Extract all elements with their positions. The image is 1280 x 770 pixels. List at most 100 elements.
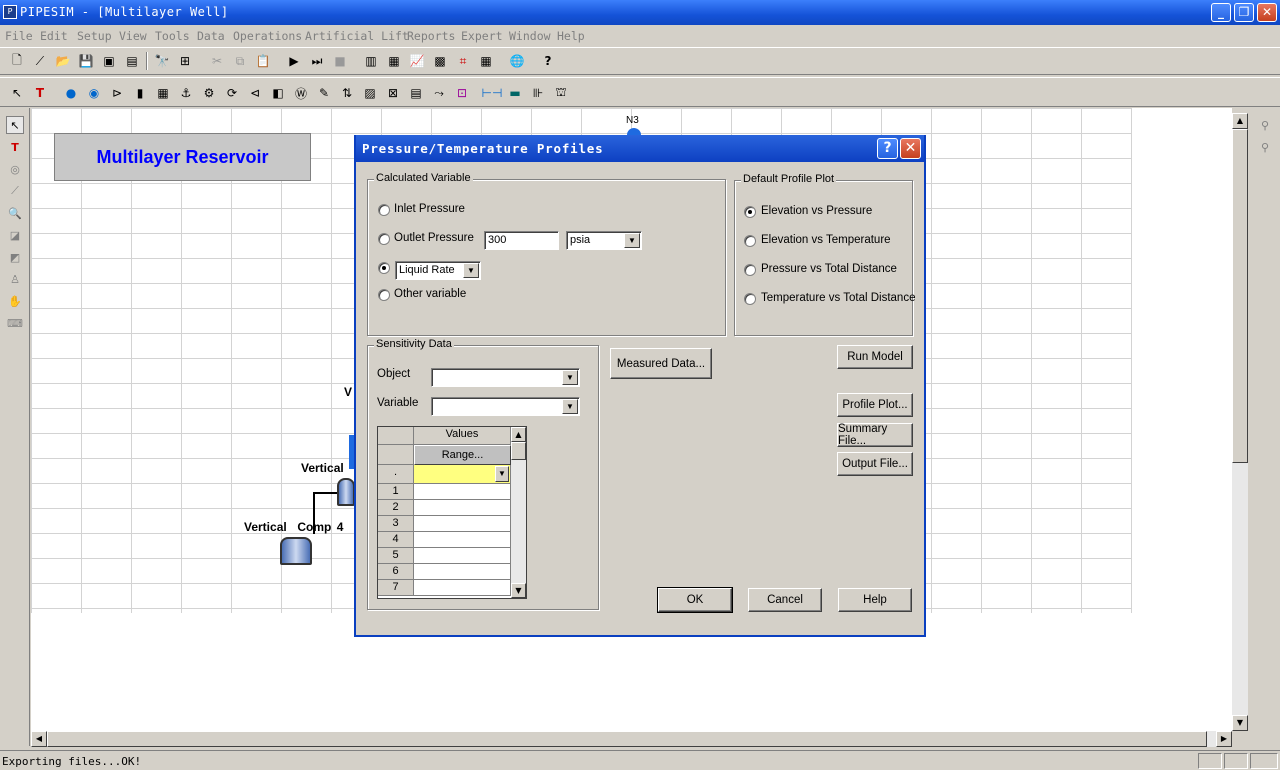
chevron-down-icon[interactable]: ▼: [495, 466, 509, 482]
node-n3-icon[interactable]: [627, 128, 641, 135]
horizontal-scrollbar[interactable]: ◀ ▶: [31, 731, 1232, 747]
completion-4-icon[interactable]: [280, 537, 312, 565]
scroll-left-icon[interactable]: ◀: [31, 731, 47, 747]
zoom-icon[interactable]: 🔍: [6, 204, 24, 222]
scroll-up-icon[interactable]: ▲: [1232, 113, 1248, 129]
vertical-scroll-thumb[interactable]: [1232, 129, 1248, 463]
tree-icon[interactable]: ⚲: [1256, 116, 1274, 134]
completion-3-icon[interactable]: [337, 478, 355, 506]
node-icon[interactable]: ◪: [6, 226, 24, 244]
run-model-button[interactable]: Run Model: [837, 345, 913, 369]
menu-window[interactable]: Window: [509, 29, 551, 43]
scroll-down-icon[interactable]: ▼: [1232, 715, 1248, 731]
dialog-help-button[interactable]: ?: [877, 138, 898, 159]
outlet-pressure-label[interactable]: Outlet Pressure: [394, 232, 474, 244]
pressure-vs-distance-label[interactable]: Pressure vs Total Distance: [761, 263, 897, 275]
elevation-vs-pressure-label[interactable]: Elevation vs Pressure: [761, 205, 872, 217]
dot-row-cell[interactable]: ▼: [414, 465, 511, 484]
help-icon[interactable]: ?: [538, 51, 558, 71]
stop-icon[interactable]: ■: [330, 51, 350, 71]
expander-icon[interactable]: ⊲: [245, 83, 265, 103]
chevron-down-icon[interactable]: ▼: [463, 263, 479, 278]
inlet-pressure-label[interactable]: Inlet Pressure: [394, 203, 465, 215]
app-title-bar[interactable]: P PIPESIM - [Multilayer Well] _ ❐ ✕: [0, 0, 1280, 25]
profile-plot-button[interactable]: Profile Plot...: [837, 393, 913, 417]
sensitivity-values-grid[interactable]: Values Range... . ▼ 1 2 3 4 5 6 7 ▲ ▼: [377, 426, 527, 599]
text-icon[interactable]: T: [6, 138, 24, 156]
summary-file-button[interactable]: Summary File...: [837, 423, 913, 447]
cut-icon[interactable]: ✂: [207, 51, 227, 71]
link-icon[interactable]: ⊢⊣: [482, 83, 503, 103]
output-file-button[interactable]: Output File...: [837, 452, 913, 476]
pump-icon[interactable]: ⚙: [199, 83, 219, 103]
elevation-vs-temperature-label[interactable]: Elevation vs Temperature: [761, 234, 891, 246]
chevron-down-icon[interactable]: ▼: [562, 370, 578, 385]
row-cell-7[interactable]: [414, 580, 511, 596]
choke-icon[interactable]: ⊳: [107, 83, 127, 103]
run-icon[interactable]: ▶: [284, 51, 304, 71]
outlet-pressure-input[interactable]: 300: [484, 231, 559, 250]
outlet-unit-select[interactable]: psia ▼: [566, 231, 642, 250]
rig-icon[interactable]: ⛫: [551, 83, 571, 103]
find-icon[interactable]: 🔭: [152, 51, 172, 71]
plot-icon[interactable]: 📈: [407, 51, 427, 71]
injection-icon[interactable]: ✎: [314, 83, 334, 103]
gas-lift-icon[interactable]: ⊪: [528, 83, 548, 103]
grid-find-icon[interactable]: ⊞: [175, 51, 195, 71]
multilayer-reservoir-banner[interactable]: Multilayer Reservoir: [54, 133, 311, 181]
menu-reports[interactable]: Reports: [407, 29, 455, 43]
row-cell-2[interactable]: [414, 500, 511, 516]
person-icon[interactable]: ♙: [6, 270, 24, 288]
report-tool-icon[interactable]: ▤: [406, 83, 426, 103]
horizontal-scroll-thumb[interactable]: [47, 731, 1207, 747]
ok-button[interactable]: OK: [657, 587, 733, 613]
grid-scroll-thumb[interactable]: [511, 442, 526, 460]
menu-edit[interactable]: Edit: [40, 29, 68, 43]
dialog-close-button[interactable]: ✕: [900, 138, 921, 159]
grid-scrollbar[interactable]: ▲ ▼: [511, 427, 526, 598]
save-icon[interactable]: 💾: [76, 51, 96, 71]
compressor-icon[interactable]: ⟳: [222, 83, 242, 103]
branch-icon[interactable]: ◩: [6, 248, 24, 266]
hierarchy-icon[interactable]: ⚲: [1256, 138, 1274, 156]
variable-select[interactable]: ▼: [431, 397, 580, 416]
menu-view[interactable]: View: [119, 29, 147, 43]
select-arrow-icon[interactable]: ↖: [7, 83, 27, 103]
grid-scroll-up-icon[interactable]: ▲: [511, 427, 526, 442]
chevron-down-icon[interactable]: ▼: [624, 233, 640, 248]
row-cell-3[interactable]: [414, 516, 511, 532]
completion-icon[interactable]: ▦: [153, 83, 173, 103]
dialog-title-bar[interactable]: Pressure/Temperature Profiles ? ✕: [356, 135, 924, 162]
heater-icon[interactable]: ▨: [360, 83, 380, 103]
elevation-vs-temperature-radio[interactable]: [744, 235, 756, 247]
battery-icon[interactable]: ▬: [505, 83, 525, 103]
vertical-scrollbar[interactable]: ▲ ▼: [1232, 113, 1248, 731]
save-all-icon[interactable]: ▤: [122, 51, 142, 71]
table-icon[interactable]: ▦: [476, 51, 496, 71]
other-variable-label[interactable]: Other variable: [394, 288, 466, 300]
restore-button[interactable]: ❐: [1234, 3, 1254, 22]
menu-tools[interactable]: Tools: [155, 29, 190, 43]
connector-icon[interactable]: ⤳: [429, 83, 449, 103]
run-all-icon[interactable]: ⏭: [307, 51, 327, 71]
new-file-icon[interactable]: 🗋: [7, 51, 27, 71]
help-button[interactable]: Help: [838, 588, 912, 612]
line-icon[interactable]: ⟋: [6, 182, 24, 200]
source-icon[interactable]: ●: [61, 83, 81, 103]
close-button[interactable]: ✕: [1257, 3, 1277, 22]
pages-icon[interactable]: ▦: [384, 51, 404, 71]
nodal-icon[interactable]: ⇅: [337, 83, 357, 103]
grid-scroll-down-icon[interactable]: ▼: [511, 583, 526, 598]
menu-help[interactable]: Help: [557, 29, 585, 43]
pointer-icon[interactable]: ↖: [6, 116, 24, 134]
chevron-down-icon[interactable]: ▼: [562, 399, 578, 414]
row-cell-5[interactable]: [414, 548, 511, 564]
temperature-vs-distance-label[interactable]: Temperature vs Total Distance: [761, 292, 915, 304]
keyboard-icon[interactable]: ⌨: [6, 314, 24, 332]
multiplier-icon[interactable]: ⊠: [383, 83, 403, 103]
globe-icon[interactable]: 🌐: [507, 51, 527, 71]
row-cell-4[interactable]: [414, 532, 511, 548]
menu-file[interactable]: File: [5, 29, 33, 43]
other-variable-radio[interactable]: [378, 289, 390, 301]
measured-data-button[interactable]: Measured Data...: [610, 348, 712, 379]
